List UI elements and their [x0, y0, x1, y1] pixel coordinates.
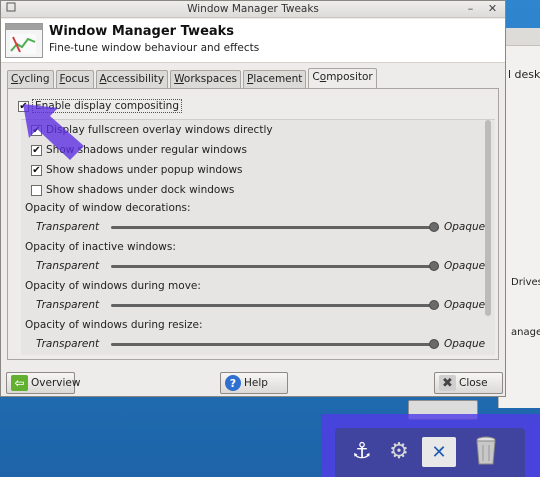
slider-min-label: Transparent	[36, 299, 100, 311]
dialog-title: Window Manager Tweaks	[49, 24, 235, 39]
decorations-opacity-label: Opacity of window decorations:	[25, 202, 191, 214]
popup-shadows-checkbox[interactable]: ✔ Show shadows under popup windows	[31, 163, 243, 177]
fullscreen-overlay-checkbox[interactable]: ✔ Display fullscreen overlay windows dir…	[31, 123, 273, 137]
close-window-icon[interactable]: ✕	[485, 2, 500, 16]
slider-knob[interactable]	[429, 339, 439, 349]
enable-compositing-label: Enable display compositing	[32, 99, 182, 113]
background-window-text: Drives	[511, 277, 540, 288]
move-opacity-slider[interactable]: Transparent Opaque	[29, 299, 491, 313]
slider-knob[interactable]	[429, 261, 439, 271]
close-x-icon: ✖	[439, 375, 456, 391]
compositor-options: ✔ Display fullscreen overlay windows dir…	[21, 119, 495, 355]
dock-shadows-label: Show shadows under dock windows	[46, 184, 235, 196]
slider-knob[interactable]	[429, 300, 439, 310]
slider-track[interactable]	[111, 265, 439, 268]
gear-icon[interactable]: ⚙	[383, 434, 415, 468]
decorations-opacity-slider[interactable]: Transparent Opaque	[29, 221, 491, 235]
inactive-opacity-slider[interactable]: Transparent Opaque	[29, 260, 491, 274]
overview-label: Overview	[31, 377, 81, 389]
settings-tools-icon[interactable]: ✕	[422, 437, 456, 467]
dock-shadows-check[interactable]	[31, 184, 42, 196]
window-title: Window Manager Tweaks	[187, 3, 319, 15]
tab-workspaces[interactable]: Workspaces	[170, 70, 242, 88]
help-button[interactable]: ? Help	[220, 372, 288, 394]
help-icon: ?	[225, 375, 241, 391]
slider-max-label: Opaque	[444, 260, 486, 272]
tab-cycling[interactable]: Cycling	[7, 70, 54, 88]
dialog-header: Window Manager Tweaks Fine-tune window b…	[1, 19, 505, 63]
slider-track[interactable]	[111, 226, 439, 229]
tab-bar: Cycling Focus Accessibility Workspaces P…	[7, 68, 379, 89]
help-label: Help	[244, 377, 268, 389]
tab-placement[interactable]: Placement	[243, 70, 307, 88]
regular-shadows-label: Show shadows under regular windows	[46, 144, 247, 156]
popup-shadows-check[interactable]: ✔	[31, 164, 42, 176]
enable-compositing-checkbox[interactable]: ✔ Enable display compositing	[18, 99, 182, 113]
window-manager-tweaks-icon	[5, 23, 43, 58]
resize-opacity-slider[interactable]: Transparent Opaque	[29, 338, 491, 352]
enable-compositing-check[interactable]: ✔	[18, 100, 29, 112]
compositor-panel: ✔ Enable display compositing ✔ Display f…	[7, 88, 499, 360]
popup-shadows-label: Show shadows under popup windows	[46, 164, 243, 176]
dock-shadows-checkbox[interactable]: Show shadows under dock windows	[31, 183, 234, 197]
slider-min-label: Transparent	[36, 338, 100, 350]
trash-icon[interactable]	[470, 434, 502, 468]
dialog-subtitle: Fine-tune window behaviour and effects	[49, 42, 260, 54]
fullscreen-overlay-label: Display fullscreen overlay windows direc…	[46, 124, 273, 136]
fullscreen-overlay-check[interactable]: ✔	[31, 124, 42, 136]
scrollbar-thumb[interactable]	[485, 120, 491, 316]
close-label: Close	[459, 377, 488, 389]
slider-max-label: Opaque	[444, 299, 486, 311]
anchor-icon[interactable]: ⚓	[346, 434, 378, 468]
arrow-left-icon: ⇦	[11, 375, 28, 391]
slider-knob[interactable]	[429, 222, 439, 232]
close-button[interactable]: ✖ Close	[434, 372, 503, 394]
slider-max-label: Opaque	[444, 221, 486, 233]
window-manager-tweaks-window: Window Manager Tweaks – ✕ Window Manager…	[0, 0, 506, 397]
background-window-text: anager	[511, 327, 540, 338]
slider-min-label: Transparent	[36, 260, 100, 272]
slider-track[interactable]	[111, 304, 439, 307]
inactive-opacity-label: Opacity of inactive windows:	[25, 241, 176, 253]
minimize-icon[interactable]: –	[463, 2, 478, 16]
titlebar[interactable]: Window Manager Tweaks – ✕	[1, 1, 505, 18]
tab-focus[interactable]: Focus	[55, 70, 94, 88]
background-window-text: l desktop	[508, 68, 540, 81]
resize-opacity-label: Opacity of windows during resize:	[25, 319, 203, 331]
tab-accessibility[interactable]: Accessibility	[95, 70, 169, 88]
move-opacity-label: Opacity of windows during move:	[25, 280, 201, 292]
slider-min-label: Transparent	[36, 221, 100, 233]
slider-max-label: Opaque	[444, 338, 486, 350]
regular-shadows-checkbox[interactable]: ✔ Show shadows under regular windows	[31, 143, 247, 157]
vertical-scrollbar[interactable]	[484, 120, 492, 356]
slider-track[interactable]	[111, 343, 439, 346]
regular-shadows-check[interactable]: ✔	[31, 144, 42, 156]
tab-compositor[interactable]: Compositor	[308, 68, 377, 88]
overview-button[interactable]: ⇦ Overview	[6, 372, 80, 394]
